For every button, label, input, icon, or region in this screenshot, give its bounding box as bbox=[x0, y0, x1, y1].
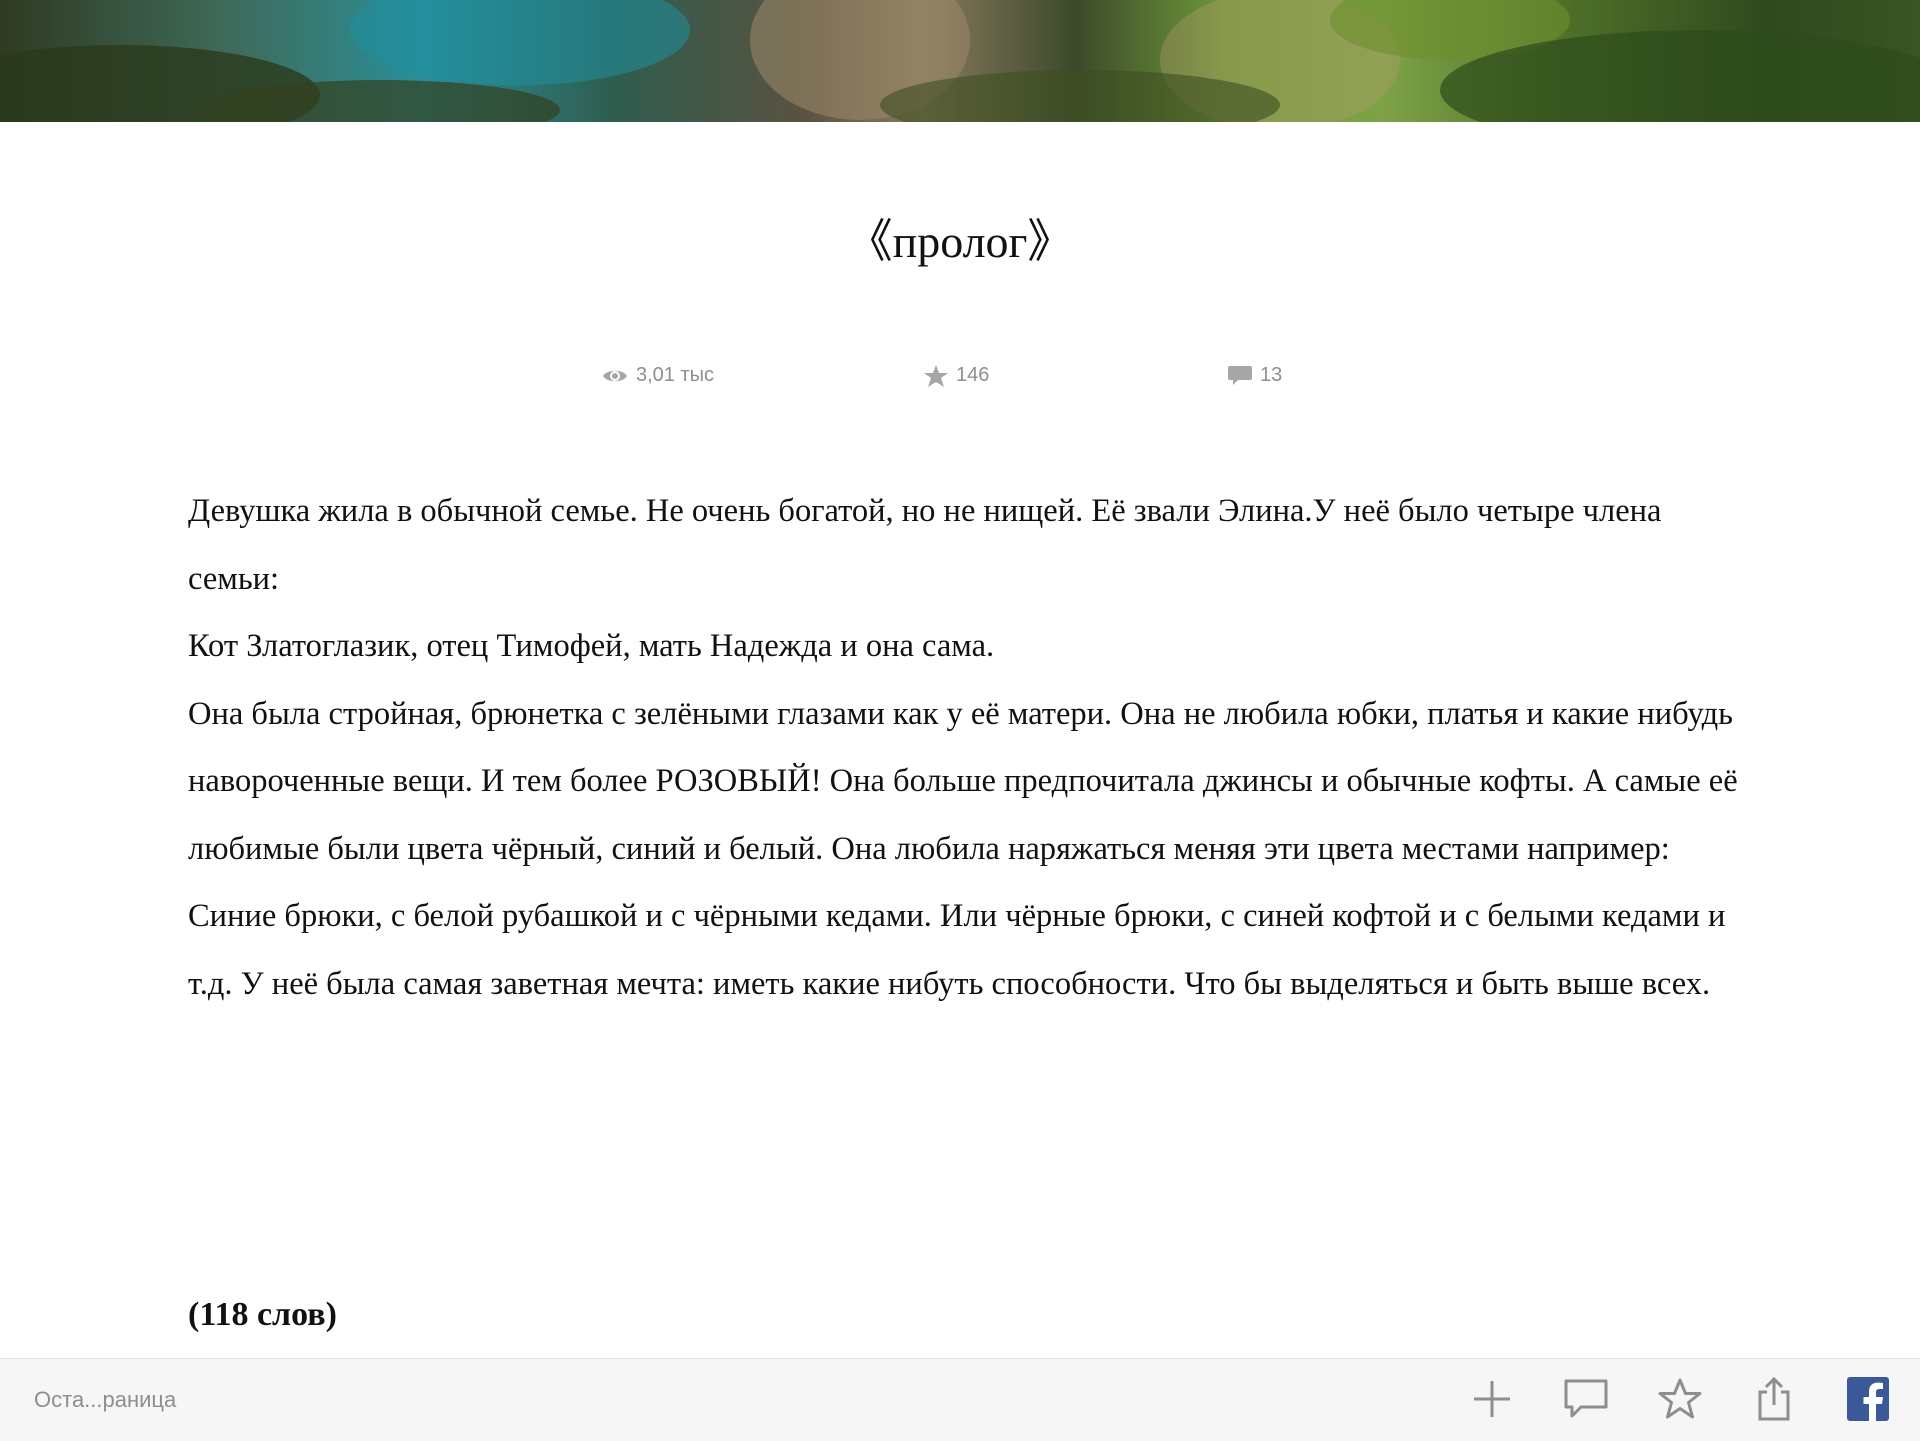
page-indicator[interactable]: Оста...раница bbox=[34, 1387, 176, 1413]
views-stat: 3,01 тыс bbox=[602, 364, 714, 387]
vote-button[interactable] bbox=[1656, 1377, 1704, 1425]
comment-icon bbox=[1563, 1378, 1609, 1425]
header-banner-image bbox=[0, 0, 1920, 122]
paragraph: Кот Златоглазик, отец Тимофей, мать Наде… bbox=[188, 628, 995, 664]
share-icon bbox=[1754, 1376, 1794, 1427]
chapter-stats: 3,01 тыс 146 13 bbox=[0, 364, 1920, 394]
views-count: 3,01 тыс bbox=[636, 364, 715, 386]
bottom-toolbar: Оста...раница bbox=[0, 1358, 1920, 1441]
plus-icon bbox=[1472, 1379, 1512, 1424]
paragraph: Она была стройная, брюнетка с зелёными г… bbox=[188, 695, 1738, 867]
star-outline-icon bbox=[1657, 1377, 1703, 1426]
votes-stat: 146 bbox=[924, 364, 989, 387]
comment-bubble-icon bbox=[1228, 365, 1252, 387]
chapter-title: 《пролог》 bbox=[846, 216, 1074, 267]
paragraph: Синие брюки, с белой рубашкой и с чёрным… bbox=[188, 898, 1726, 1002]
comments-count: 13 bbox=[1260, 364, 1283, 386]
star-icon bbox=[924, 364, 948, 387]
banner-landscape bbox=[0, 0, 1920, 122]
eye-icon bbox=[602, 367, 628, 385]
share-button[interactable] bbox=[1750, 1376, 1798, 1427]
facebook-icon bbox=[1847, 1376, 1889, 1426]
add-to-library-button[interactable] bbox=[1468, 1377, 1516, 1425]
word-count: (118 слов) bbox=[188, 1296, 337, 1333]
comments-button[interactable] bbox=[1562, 1377, 1610, 1425]
votes-count: 146 bbox=[956, 364, 990, 386]
paragraph: Девушка жила в обычной семье. Не очень б… bbox=[188, 493, 1662, 597]
chapter-text: Девушка жила в обычной семье. Не очень б… bbox=[188, 478, 1748, 1018]
facebook-share-button[interactable] bbox=[1844, 1376, 1892, 1426]
comments-stat: 13 bbox=[1228, 364, 1282, 387]
